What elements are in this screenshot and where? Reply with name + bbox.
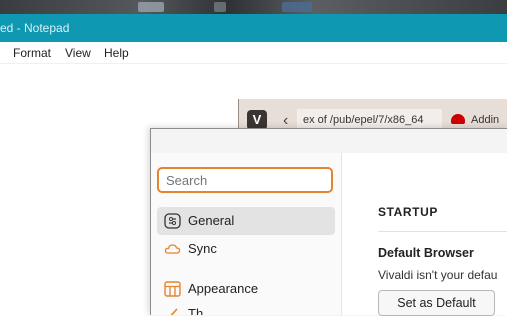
cloud-icon <box>164 244 181 254</box>
sidebar-item-appearance[interactable]: Appearance <box>157 275 335 303</box>
notepad-window-title: ed - Notepad <box>0 21 70 35</box>
default-browser-description: Vivaldi isn't your defau <box>378 268 498 282</box>
settings-content: STARTUP Default Browser Vivaldi isn't yo… <box>342 153 507 316</box>
sidebar-item-themes[interactable]: Th <box>157 300 335 315</box>
menu-view[interactable]: View <box>65 46 91 60</box>
sidebar-item-sync[interactable]: Sync <box>157 235 335 263</box>
notepad-menubar: Format View Help <box>0 42 507 64</box>
search-input[interactable] <box>157 167 333 193</box>
menu-format[interactable]: Format <box>13 46 51 60</box>
default-browser-heading: Default Browser <box>378 246 474 260</box>
appearance-icon <box>164 281 181 297</box>
desktop-icon-shape <box>282 2 312 12</box>
desktop-icon-shape <box>138 2 164 12</box>
sidebar-item-label: Appearance <box>188 281 259 296</box>
settings-sidebar: General Sync Appearance Th <box>151 153 342 315</box>
menu-help[interactable]: Help <box>104 46 129 60</box>
section-divider <box>378 231 507 232</box>
desktop-icon-shape <box>214 2 226 12</box>
set-as-default-button[interactable]: Set as Default <box>378 290 495 316</box>
desktop-background <box>0 0 507 14</box>
notepad-titlebar[interactable]: ed - Notepad <box>0 14 507 42</box>
back-chevron-icon[interactable]: ‹ <box>283 113 288 129</box>
vivaldi-logo-icon[interactable]: V <box>247 110 267 130</box>
settings-titlebar[interactable] <box>151 129 507 153</box>
general-icon <box>164 213 181 229</box>
sidebar-item-general[interactable]: General <box>157 207 335 235</box>
sidebar-item-label: General <box>188 213 235 228</box>
sidebar-item-label: Sync <box>188 241 217 256</box>
browser-tab-bar: V ‹ ex of /pub/epel/7/x86_64 Addin <box>238 99 507 131</box>
section-title-startup: STARTUP <box>378 205 438 219</box>
browser-tab-addin-label: Addin <box>471 114 500 126</box>
settings-window: General Sync Appearance Th STARTUP <box>150 128 507 316</box>
redhat-icon <box>451 114 465 124</box>
